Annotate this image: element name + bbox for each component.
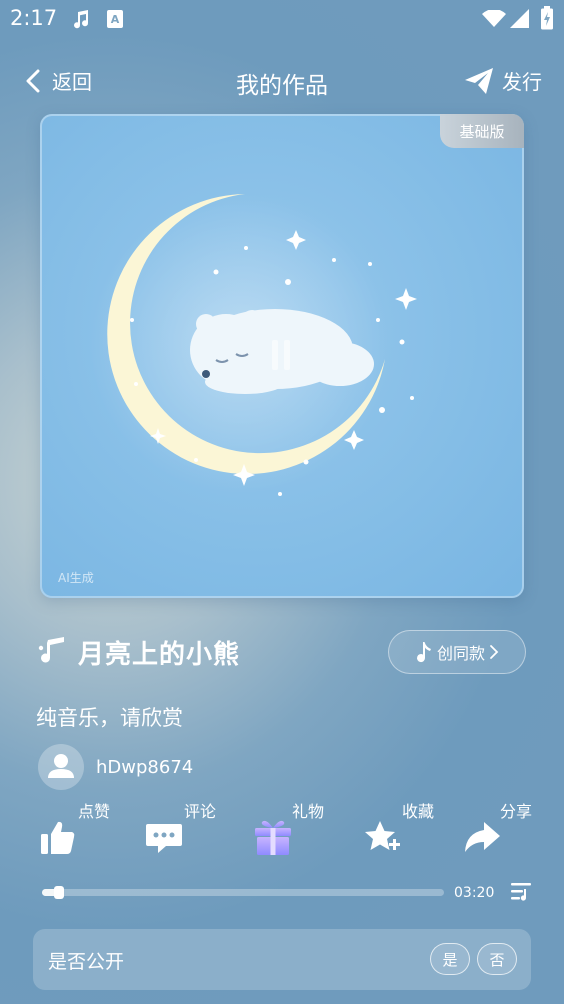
music-note-icon <box>416 642 431 663</box>
share-button[interactable]: 分享 <box>462 798 542 868</box>
progress-track[interactable] <box>42 886 444 899</box>
paper-plane-icon <box>465 67 493 94</box>
cover-art[interactable]: 基础版 AI生成 <box>40 114 524 598</box>
gift-icon <box>255 820 291 855</box>
favorite-button[interactable]: 收藏 <box>362 798 442 868</box>
comment-button[interactable]: 评论 <box>144 798 224 868</box>
favorite-label: 收藏 <box>402 802 435 821</box>
star-add-icon <box>365 821 400 850</box>
public-setting-label: 是否公开 <box>48 951 125 973</box>
music-note-icon <box>38 637 64 663</box>
publish-label: 发行 <box>502 70 542 94</box>
gift-label: 礼物 <box>292 802 325 821</box>
song-description: 纯音乐，请欣赏 <box>36 706 183 730</box>
progress-knob[interactable] <box>54 886 64 899</box>
playlist-icon[interactable] <box>510 881 534 903</box>
duration: 03:20 <box>454 885 495 901</box>
song-title-row: 月亮上的小熊 创同款 <box>36 630 526 674</box>
public-setting-card: 是否公开 是 否 <box>33 929 531 990</box>
public-yes-button[interactable]: 是 <box>430 943 470 975</box>
share-icon <box>465 822 500 852</box>
svg-text:A: A <box>111 13 120 26</box>
share-label: 分享 <box>500 802 533 821</box>
playback-progress: 03:20 <box>40 880 540 906</box>
username: hDwp8674 <box>96 756 194 778</box>
create-same-label: 创同款 <box>436 644 485 663</box>
ai-generated-mark: AI生成 <box>58 571 94 585</box>
gift-button[interactable]: 礼物 <box>252 798 332 868</box>
battery-charging-icon <box>541 6 553 30</box>
public-no-button[interactable]: 否 <box>477 943 517 975</box>
author-profile[interactable]: hDwp8674 <box>38 744 193 790</box>
top-nav: 返回 我的作品 发行 <box>0 58 564 106</box>
like-button[interactable]: 点赞 <box>38 798 118 868</box>
chevron-right-icon <box>490 645 499 659</box>
pause-icon[interactable] <box>268 340 294 370</box>
wifi-icon <box>482 10 506 27</box>
comment-label: 评论 <box>184 802 217 821</box>
status-time: 2:17 <box>10 6 58 30</box>
publish-button[interactable]: 发行 <box>464 66 542 95</box>
like-label: 点赞 <box>78 802 111 821</box>
a-notification-icon: A <box>107 10 123 28</box>
cellular-signal-icon <box>510 9 529 28</box>
thumbs-up-icon <box>41 821 75 854</box>
music-note-icon <box>74 10 89 29</box>
avatar[interactable] <box>38 744 84 790</box>
version-badge: 基础版 <box>440 114 524 148</box>
create-same-button[interactable]: 创同款 <box>388 630 526 674</box>
song-title: 月亮上的小熊 <box>78 640 241 670</box>
user-icon <box>48 754 74 778</box>
comment-icon <box>146 824 182 853</box>
status-bar: 2:17 A <box>0 0 564 40</box>
